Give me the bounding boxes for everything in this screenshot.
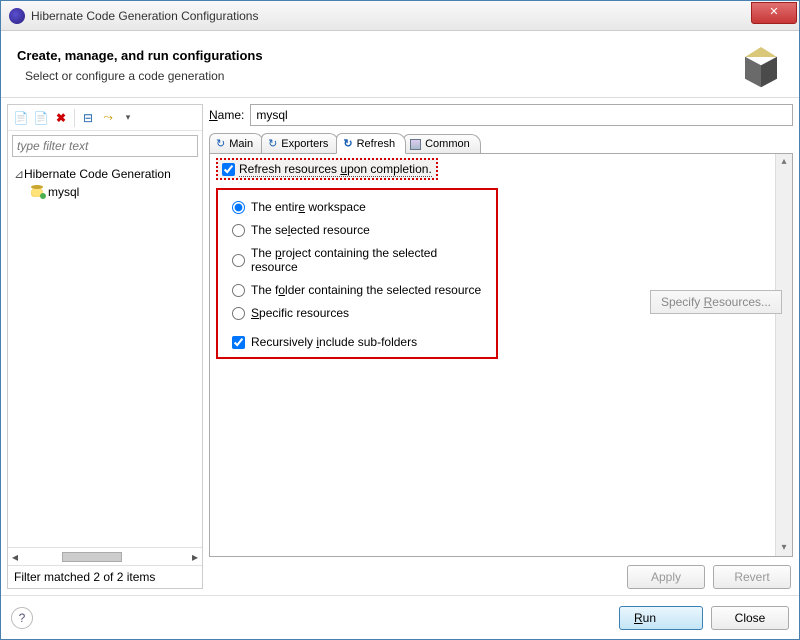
toolbar-menu-button[interactable]: ▾ — [119, 109, 137, 127]
header-cube-icon — [739, 43, 783, 87]
header: Create, manage, and run configurations S… — [1, 31, 799, 98]
header-text: Create, manage, and run configurations S… — [17, 48, 739, 83]
opt-entire-workspace-row: The entire workspace — [232, 200, 482, 214]
new-config-button[interactable]: 📄 — [12, 109, 30, 127]
scroll-track[interactable] — [776, 170, 792, 540]
scroll-down-arrow-icon[interactable]: ▾ — [776, 540, 792, 556]
left-panel: 📄 📄 ✖ ⊟ ⤳ ▾ ⊿ Hibernate Code Generation … — [7, 104, 203, 589]
collapse-all-button[interactable]: ⊟ — [79, 109, 97, 127]
titlebar: Hibernate Code Generation Configurations… — [1, 1, 799, 31]
refresh-on-complete-row: Refresh resources upon completion. — [216, 158, 438, 180]
apply-revert-row: Apply Revert — [209, 565, 793, 589]
tab-refresh[interactable]: ↻ Refresh — [336, 133, 406, 154]
tree-child-item[interactable]: mysql — [14, 183, 196, 201]
opt-specific-radio[interactable] — [232, 307, 245, 320]
opt-project-row: The project containing the selected reso… — [232, 246, 482, 274]
window-close-button[interactable]: ✕ — [751, 2, 797, 24]
delete-config-button[interactable]: ✖ — [52, 109, 70, 127]
left-horizontal-scrollbar[interactable]: ◂ ▸ — [8, 547, 202, 565]
tab-common[interactable]: Common — [403, 134, 481, 153]
tab-bar: ↻ Main ↻ Exporters ↻ Refresh Common — [209, 132, 793, 154]
tab-exporters[interactable]: ↻ Exporters — [261, 133, 339, 153]
tab-main-label: Main — [229, 138, 253, 150]
opt-selected-resource-radio[interactable] — [232, 224, 245, 237]
revert-button: Revert — [713, 565, 791, 589]
header-subtitle: Select or configure a code generation — [25, 69, 739, 83]
main-tab-icon: ↻ — [216, 137, 225, 150]
opt-recurse-row: Recursively include sub-folders — [232, 335, 482, 349]
tab-exporters-label: Exporters — [281, 138, 328, 150]
duplicate-config-button[interactable]: 📄 — [32, 109, 50, 127]
tab-refresh-label: Refresh — [357, 138, 396, 150]
refresh-scope-group: The entire workspace The selected resour… — [216, 188, 498, 359]
opt-folder-label: The folder containing the selected resou… — [251, 283, 481, 297]
scroll-thumb[interactable] — [62, 552, 122, 562]
tab-common-label: Common — [425, 138, 470, 150]
filter-button[interactable]: ⤳ — [99, 109, 117, 127]
apply-button: Apply — [627, 565, 705, 589]
recurse-label: Recursively include sub-folders — [251, 335, 417, 349]
filter-input[interactable] — [12, 135, 198, 157]
tree-expander-icon[interactable]: ⊿ — [14, 167, 20, 181]
opt-entire-workspace-label: The entire workspace — [251, 200, 366, 214]
name-input[interactable] — [250, 104, 793, 126]
footer: ? Run Close — [1, 595, 799, 639]
opt-entire-workspace-radio[interactable] — [232, 201, 245, 214]
common-tab-icon — [410, 139, 421, 150]
header-title: Create, manage, and run configurations — [17, 48, 739, 63]
opt-project-label: The project containing the selected reso… — [251, 246, 482, 274]
database-icon — [30, 185, 44, 199]
close-button[interactable]: Close — [711, 606, 789, 630]
window-title: Hibernate Code Generation Configurations — [31, 9, 751, 23]
name-label: Name: — [209, 108, 244, 122]
tree-root-item[interactable]: ⊿ Hibernate Code Generation — [14, 165, 196, 183]
refresh-on-complete-checkbox[interactable] — [222, 163, 235, 176]
tree-child-label: mysql — [48, 185, 79, 199]
specify-resources-button: Specify Resources... — [650, 290, 782, 314]
right-panel: Name: ↻ Main ↻ Exporters ↻ Refresh — [209, 104, 793, 589]
run-button[interactable]: Run — [619, 606, 703, 630]
recurse-checkbox[interactable] — [232, 336, 245, 349]
left-toolbar: 📄 📄 ✖ ⊟ ⤳ ▾ — [8, 105, 202, 131]
eclipse-icon — [9, 8, 25, 24]
dialog-window: Hibernate Code Generation Configurations… — [0, 0, 800, 640]
opt-folder-row: The folder containing the selected resou… — [232, 283, 482, 297]
opt-folder-radio[interactable] — [232, 284, 245, 297]
toolbar-separator — [74, 109, 75, 127]
refresh-tab-icon: ↻ — [343, 137, 352, 150]
scroll-left-arrow-icon[interactable]: ◂ — [8, 550, 22, 564]
opt-specific-row: Specific resources — [232, 306, 482, 320]
tab-content-refresh: ▴ ▾ Refresh resources upon completion. T… — [209, 154, 793, 557]
scroll-up-arrow-icon[interactable]: ▴ — [776, 154, 792, 170]
opt-specific-label: Specific resources — [251, 306, 349, 320]
config-tree[interactable]: ⊿ Hibernate Code Generation mysql — [8, 161, 202, 547]
tab-main[interactable]: ↻ Main — [209, 133, 264, 153]
filter-status: Filter matched 2 of 2 items — [8, 565, 202, 588]
refresh-on-complete-label: Refresh resources upon completion. — [239, 162, 432, 176]
opt-selected-resource-row: The selected resource — [232, 223, 482, 237]
exporters-tab-icon: ↻ — [268, 137, 277, 150]
name-row: Name: — [209, 104, 793, 126]
body: 📄 📄 ✖ ⊟ ⤳ ▾ ⊿ Hibernate Code Generation … — [1, 98, 799, 595]
tree-root-label: Hibernate Code Generation — [24, 167, 171, 181]
help-button[interactable]: ? — [11, 607, 33, 629]
scroll-right-arrow-icon[interactable]: ▸ — [188, 550, 202, 564]
opt-project-radio[interactable] — [232, 254, 245, 267]
opt-selected-resource-label: The selected resource — [251, 223, 370, 237]
content-vertical-scrollbar[interactable]: ▴ ▾ — [775, 154, 792, 556]
